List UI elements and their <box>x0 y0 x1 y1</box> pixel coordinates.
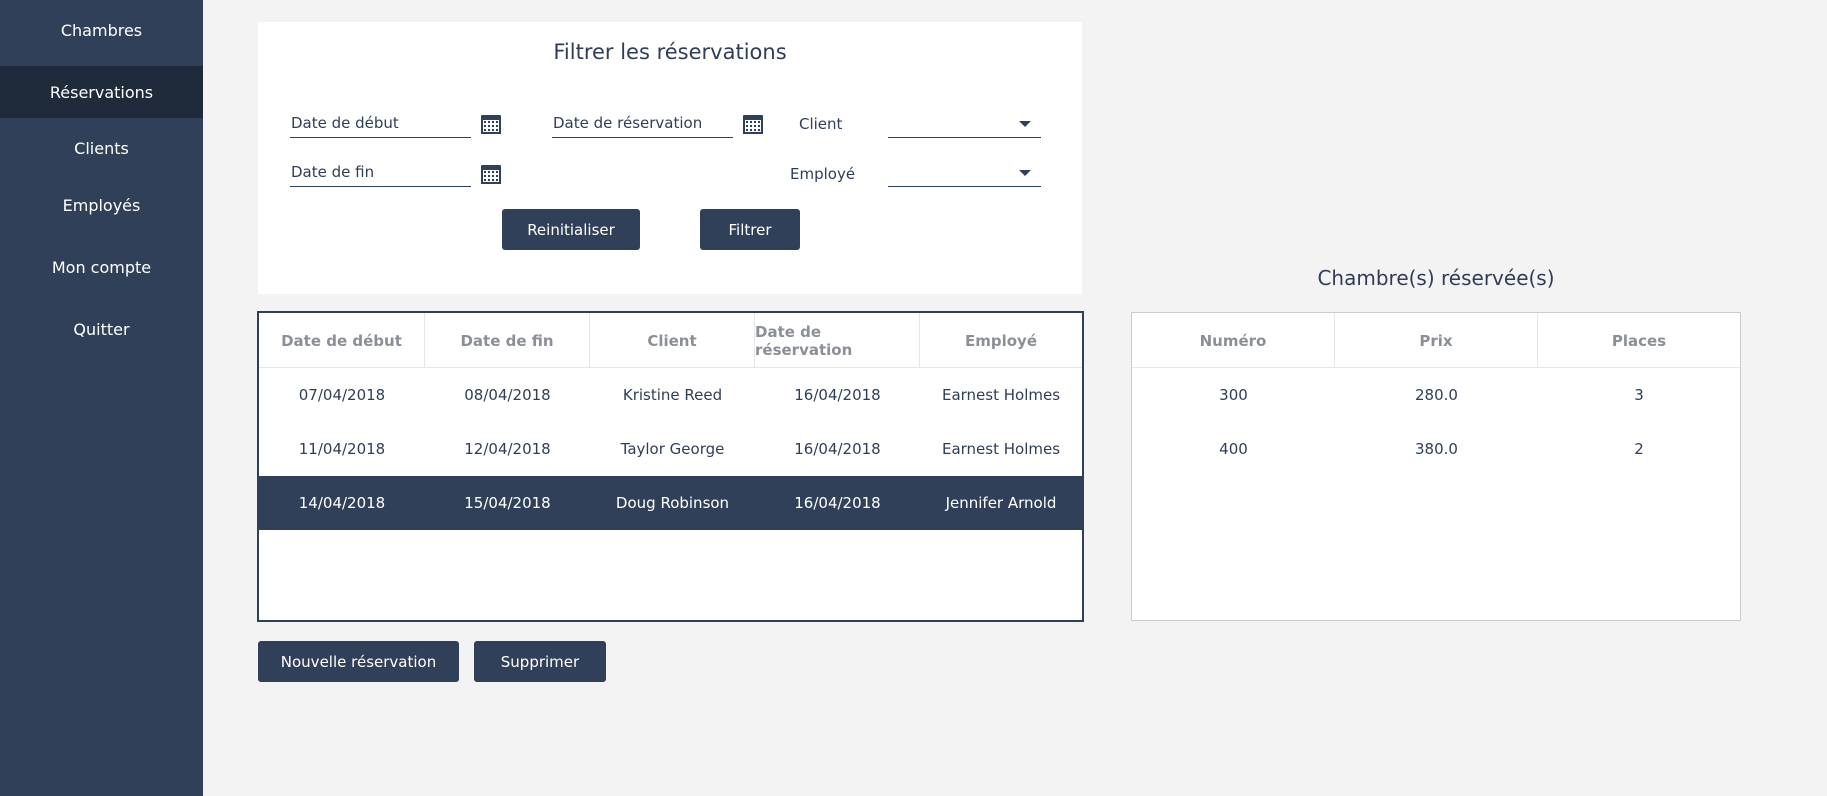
sidebar-item-clients[interactable]: Clients <box>0 122 203 174</box>
column-header[interactable]: Places <box>1538 313 1740 368</box>
table-cell: 08/04/2018 <box>464 386 551 404</box>
employee-select[interactable] <box>888 161 1041 187</box>
delete-button[interactable]: Supprimer <box>474 641 606 682</box>
table-row-selected[interactable]: 14/04/2018 15/04/2018 Doug Robinson 16/0… <box>259 476 1082 530</box>
client-select[interactable] <box>888 112 1041 138</box>
table-cell: 380.0 <box>1415 440 1458 458</box>
table-cell: 15/04/2018 <box>464 494 551 512</box>
table-row[interactable]: 07/04/2018 08/04/2018 Kristine Reed 16/0… <box>259 368 1082 422</box>
table-cell: 07/04/2018 <box>298 386 386 404</box>
sidebar-item-label: Chambres <box>60 20 143 40</box>
sidebar-item-reservations[interactable]: Réservations <box>0 66 203 118</box>
filter-title: Filtrer les réservations <box>553 40 787 64</box>
table-cell: Doug Robinson <box>615 494 730 512</box>
table-header: Date de début Date de fin Client Date de… <box>259 313 1082 368</box>
table-cell: 16/04/2018 <box>794 386 881 404</box>
table-cell: Earnest Holmes <box>941 386 1061 404</box>
table-cell: Earnest Holmes <box>941 440 1061 458</box>
table-row[interactable]: 11/04/2018 12/04/2018 Taylor George 16/0… <box>259 422 1082 476</box>
column-header[interactable]: Numéro <box>1132 313 1335 368</box>
table-cell: 12/04/2018 <box>464 440 551 458</box>
column-header[interactable]: Date de fin <box>425 313 590 368</box>
start-date-field[interactable]: Date de début <box>290 112 471 138</box>
reservation-date-field[interactable]: Date de réservation <box>552 112 733 138</box>
sidebar-item-label: Mon compte <box>51 257 152 277</box>
table-cell: 16/04/2018 <box>794 494 881 512</box>
sidebar-item-employes[interactable]: Employés <box>0 179 203 231</box>
table-cell: 300 <box>1219 386 1248 404</box>
table-cell: 16/04/2018 <box>794 440 881 458</box>
sidebar-item-chambres[interactable]: Chambres <box>0 4 203 56</box>
column-header[interactable]: Prix <box>1335 313 1538 368</box>
column-header[interactable]: Date de réservation <box>755 313 920 368</box>
reservation-date-placeholder: Date de réservation <box>553 114 703 132</box>
reservations-table: Date de début Date de fin Client Date de… <box>257 311 1084 622</box>
chevron-down-icon <box>1019 170 1031 176</box>
table-header: Numéro Prix Places <box>1132 313 1740 368</box>
new-reservation-button[interactable]: Nouvelle réservation <box>258 641 459 682</box>
table-cell: Jennifer Arnold <box>945 494 1057 512</box>
table-cell: 11/04/2018 <box>298 440 386 458</box>
table-cell: Taylor George <box>620 440 725 458</box>
table-cell: 3 <box>1634 386 1644 404</box>
sidebar-item-quitter[interactable]: Quitter <box>0 303 203 355</box>
table-cell: 14/04/2018 <box>298 494 386 512</box>
table-row[interactable]: 400 380.0 2 <box>1132 422 1740 476</box>
column-header[interactable]: Employé <box>920 313 1082 368</box>
reset-button[interactable]: Reinitialiser <box>502 209 640 250</box>
sidebar-item-mon-compte[interactable]: Mon compte <box>0 241 203 293</box>
start-date-placeholder: Date de début <box>291 114 399 132</box>
table-cell: 280.0 <box>1415 386 1458 404</box>
filter-button[interactable]: Filtrer <box>700 209 800 250</box>
calendar-icon[interactable] <box>743 114 763 134</box>
table-cell: 2 <box>1634 440 1644 458</box>
client-label: Client <box>799 115 843 133</box>
employee-label: Employé <box>790 165 856 183</box>
column-header[interactable]: Client <box>590 313 755 368</box>
column-header[interactable]: Date de début <box>259 313 425 368</box>
rooms-title: Chambre(s) réservée(s) <box>1317 266 1555 290</box>
sidebar-item-label: Réservations <box>49 82 154 102</box>
sidebar-item-label: Quitter <box>73 319 130 339</box>
sidebar-item-label: Clients <box>74 138 129 158</box>
end-date-placeholder: Date de fin <box>291 163 375 181</box>
filter-panel: Filtrer les réservations Date de début D… <box>258 22 1082 294</box>
table-row[interactable]: 300 280.0 3 <box>1132 368 1740 422</box>
rooms-table: Numéro Prix Places 300 280.0 3 400 380.0… <box>1131 312 1741 621</box>
chevron-down-icon <box>1019 121 1031 127</box>
table-cell: Kristine Reed <box>622 386 723 404</box>
calendar-icon[interactable] <box>481 164 501 184</box>
table-cell: 400 <box>1219 440 1248 458</box>
calendar-icon[interactable] <box>481 114 501 134</box>
end-date-field[interactable]: Date de fin <box>290 161 471 187</box>
sidebar-item-label: Employés <box>62 195 141 215</box>
sidebar: Chambres Réservations Clients Employés M… <box>0 0 203 796</box>
